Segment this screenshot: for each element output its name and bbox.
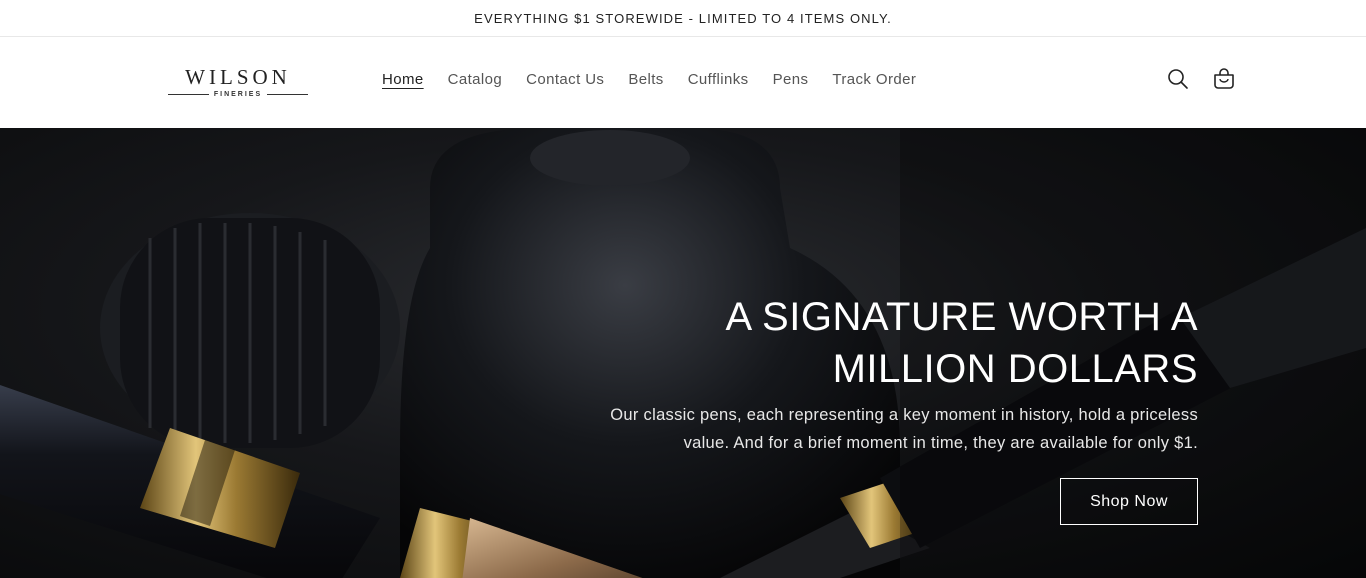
nav-item-belts[interactable]: Belts — [628, 70, 663, 90]
logo[interactable]: WILSON FINERIES — [168, 65, 309, 105]
search-icon[interactable] — [1166, 67, 1190, 91]
hero-title-line-2: MILLION DOLLARS — [832, 347, 1198, 391]
logo-rule-right — [267, 94, 309, 95]
hero-content: A SIGNATURE WORTH A MILLION DOLLARS Our … — [578, 291, 1198, 525]
header-icons — [1166, 67, 1236, 91]
hero-description: Our classic pens, each representing a ke… — [578, 401, 1198, 457]
cart-icon[interactable] — [1212, 67, 1236, 91]
nav-item-catalog[interactable]: Catalog — [448, 70, 503, 90]
logo-subtitle: FINERIES — [213, 91, 263, 98]
hero-title: A SIGNATURE WORTH A MILLION DOLLARS — [578, 291, 1198, 395]
hero-desc-line-1: Our classic pens, each representing a ke… — [610, 406, 1198, 424]
announcement-text: EVERYTHING $1 STOREWIDE - LIMITED TO 4 I… — [474, 10, 892, 26]
logo-sub-row: FINERIES — [168, 91, 309, 98]
nav-item-pens[interactable]: Pens — [773, 70, 809, 90]
hero-desc-line-2: value. And for a brief moment in time, t… — [683, 434, 1198, 452]
shop-now-button[interactable]: Shop Now — [1060, 478, 1198, 525]
logo-rule-left — [168, 94, 209, 95]
hero-title-line-1: A SIGNATURE WORTH A — [725, 295, 1198, 339]
main-nav: Home Catalog Contact Us Belts Cufflinks … — [382, 70, 940, 90]
nav-item-contact-us[interactable]: Contact Us — [526, 70, 604, 90]
hero-banner: A SIGNATURE WORTH A MILLION DOLLARS Our … — [0, 128, 1366, 578]
logo-wordmark: WILSON — [185, 65, 291, 89]
nav-item-cufflinks[interactable]: Cufflinks — [688, 70, 749, 90]
announcement-bar: EVERYTHING $1 STOREWIDE - LIMITED TO 4 I… — [0, 0, 1366, 37]
nav-item-track-order[interactable]: Track Order — [832, 70, 916, 90]
site-header: WILSON FINERIES Home Catalog Contact Us … — [0, 37, 1366, 127]
nav-item-home[interactable]: Home — [382, 70, 424, 90]
